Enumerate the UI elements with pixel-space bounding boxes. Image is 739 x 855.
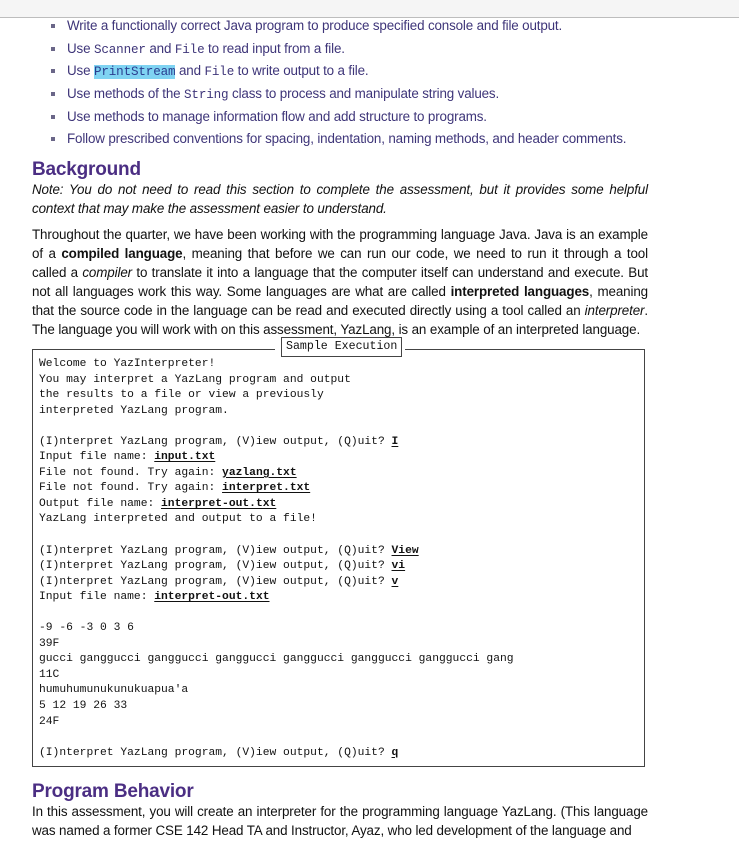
objective-item: Use Scanner and File to read input from …	[50, 38, 626, 61]
console-output-text: 24F	[39, 715, 60, 728]
console-output-text: YazLang interpreted and output to a file…	[39, 513, 317, 526]
objective-text: Use	[67, 40, 94, 56]
console-output-text: -9 -6 -3 0 3 6	[39, 622, 134, 635]
console-line: interpreted YazLang program.	[39, 404, 514, 420]
console-line: -9 -6 -3 0 3 6	[39, 621, 514, 637]
code-term: File	[174, 42, 205, 57]
sample-execution-label: Sample Execution	[281, 337, 403, 357]
console-output-text: interpreted YazLang program.	[39, 404, 229, 417]
console-line: File not found. Try again: interpret.txt	[39, 481, 514, 497]
background-paragraph: Throughout the quarter, we have been wor…	[32, 226, 648, 339]
program-behavior-paragraph: In this assessment, you will create an i…	[32, 804, 648, 838]
console-line: Input file name: input.txt	[39, 450, 514, 466]
console-output-text: (I)nterpret YazLang program, (V)iew outp…	[39, 435, 392, 448]
console-output-text: Welcome to YazInterpreter!	[39, 358, 216, 370]
console-output-text: (I)nterpret YazLang program, (V)iew outp…	[39, 746, 392, 759]
console-line: You may interpret a YazLang program and …	[39, 373, 514, 389]
objective-text: class to process and manipulate string v…	[228, 86, 500, 102]
console-output-text: You may interpret a YazLang program and …	[39, 373, 351, 386]
console-output-text: Output file name:	[39, 497, 162, 510]
console-user-input: input.txt	[154, 451, 216, 464]
console-user-input: interpret.txt	[222, 482, 311, 495]
console-output-text: 11C	[39, 668, 60, 681]
console-output-text: (I)nterpret YazLang program, (V)iew outp…	[39, 544, 392, 557]
console-line: (I)nterpret YazLang program, (V)iew outp…	[39, 435, 514, 451]
objective-item: Follow prescribed conventions for spacin…	[50, 128, 626, 151]
background-note-text: Note: You do not need to read this secti…	[32, 182, 648, 216]
bullet-icon	[51, 69, 55, 74]
italic-term: interpreter	[584, 302, 645, 318]
objective-text: and	[145, 40, 175, 56]
objective-text: Use	[67, 63, 94, 79]
console-line: humuhumunukunukuapua'a	[39, 683, 514, 699]
console-user-input: interpret-out.txt	[154, 591, 270, 604]
console-line: YazLang interpreted and output to a file…	[39, 512, 514, 528]
console-line: 39F	[39, 637, 514, 653]
code-term: File	[204, 65, 235, 80]
console-user-input: vi	[391, 560, 406, 573]
console-line: 24F	[39, 715, 514, 731]
italic-term: compiler	[82, 264, 132, 280]
console-output-text: humuhumunukunukuapua'a	[39, 684, 189, 697]
console-user-input: I	[391, 435, 399, 448]
objective-text: Use methods of the	[67, 86, 184, 102]
console-user-input: interpret-out.txt	[161, 497, 277, 510]
bullet-icon	[51, 114, 55, 119]
objective-text: to read input from a file.	[204, 40, 345, 56]
console-line: 5 12 19 26 33	[39, 699, 514, 715]
highlighted-code-term: PrintStream	[93, 65, 176, 80]
console-line: File not found. Try again: yazlang.txt	[39, 466, 514, 482]
objective-text: Use methods to manage information flow a…	[67, 108, 487, 124]
objective-text: and	[175, 63, 205, 79]
objective-item: Write a functionally correct Java progra…	[50, 15, 626, 38]
code-term: String	[184, 88, 229, 103]
console-line: (I)nterpret YazLang program, (V)iew outp…	[39, 544, 514, 560]
console-line: Welcome to YazInterpreter!	[39, 357, 514, 373]
objective-text: to write output to a file.	[234, 63, 369, 79]
objective-item: Use PrintStream and File to write output…	[50, 60, 626, 83]
console-output-text: gucci ganggucci ganggucci ganggucci gang…	[39, 653, 514, 666]
console-line: Input file name: interpret-out.txt	[39, 590, 514, 606]
objective-text: Follow prescribed conventions for spacin…	[67, 131, 627, 147]
console-line: the results to a file or view a previous…	[39, 388, 514, 404]
bold-term: interpreted languages	[450, 283, 590, 299]
program-behavior-heading: Program Behavior	[32, 781, 194, 802]
console-line: gucci ganggucci ganggucci ganggucci gang…	[39, 652, 514, 668]
console-user-input: v	[391, 575, 399, 588]
bullet-icon	[51, 92, 55, 97]
console-output-text: 39F	[39, 637, 60, 650]
objective-item: Use methods to manage information flow a…	[50, 106, 626, 129]
sample-execution-console: Welcome to YazInterpreter! You may interp…	[39, 357, 514, 761]
console-user-input: View	[391, 544, 419, 557]
console-output-text: (I)nterpret YazLang program, (V)iew outp…	[39, 575, 392, 588]
console-line: (I)nterpret YazLang program, (V)iew outp…	[39, 575, 514, 591]
console-output-text: Input file name:	[39, 451, 155, 464]
console-output-text: File not found. Try again:	[39, 466, 223, 479]
learning-objectives-list: Write a functionally correct Java progra…	[50, 15, 626, 151]
console-line: (I)nterpret YazLang program, (V)iew outp…	[39, 559, 514, 575]
console-output-text: (I)nterpret YazLang program, (V)iew outp…	[39, 560, 392, 573]
console-line: 11C	[39, 668, 514, 684]
console-output-text: 5 12 19 26 33	[39, 700, 128, 713]
console-user-input: yazlang.txt	[222, 466, 297, 479]
console-output-text: the results to a file or view a previous…	[39, 389, 324, 402]
objective-text: Write a functionally correct Java progra…	[67, 18, 563, 33]
bold-term: compiled language	[61, 245, 183, 261]
console-output-text: Input file name:	[39, 591, 155, 604]
background-note: Note: You do not need to read this secti…	[32, 181, 648, 219]
bullet-icon	[51, 24, 55, 28]
console-user-input: q	[391, 746, 399, 759]
bullet-icon	[51, 46, 55, 51]
code-term: Scanner	[93, 42, 146, 57]
console-line: (I)nterpret YazLang program, (V)iew outp…	[39, 746, 514, 762]
console-output-text: File not found. Try again:	[39, 482, 223, 495]
background-heading: Background	[32, 159, 141, 180]
bullet-icon	[51, 137, 55, 142]
console-line: Output file name: interpret-out.txt	[39, 497, 514, 513]
objective-item: Use methods of the String class to proce…	[50, 83, 626, 106]
